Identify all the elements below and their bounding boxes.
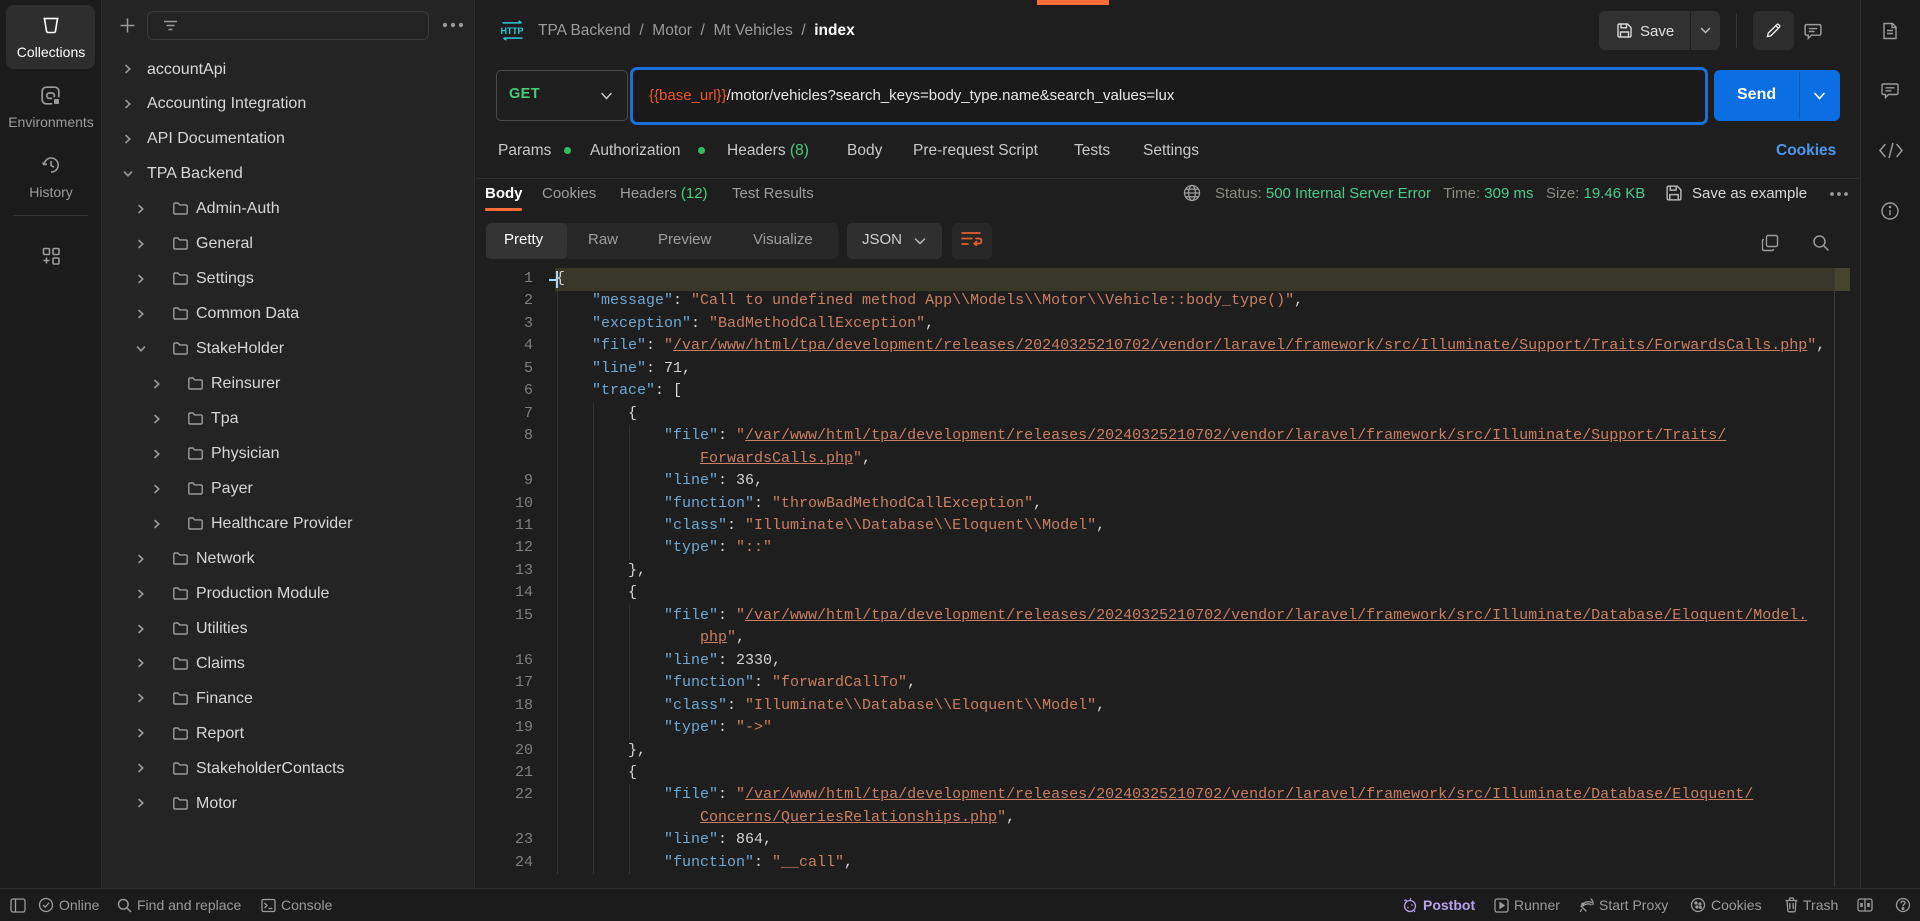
svg-text:HTTP: HTTP xyxy=(501,26,524,36)
